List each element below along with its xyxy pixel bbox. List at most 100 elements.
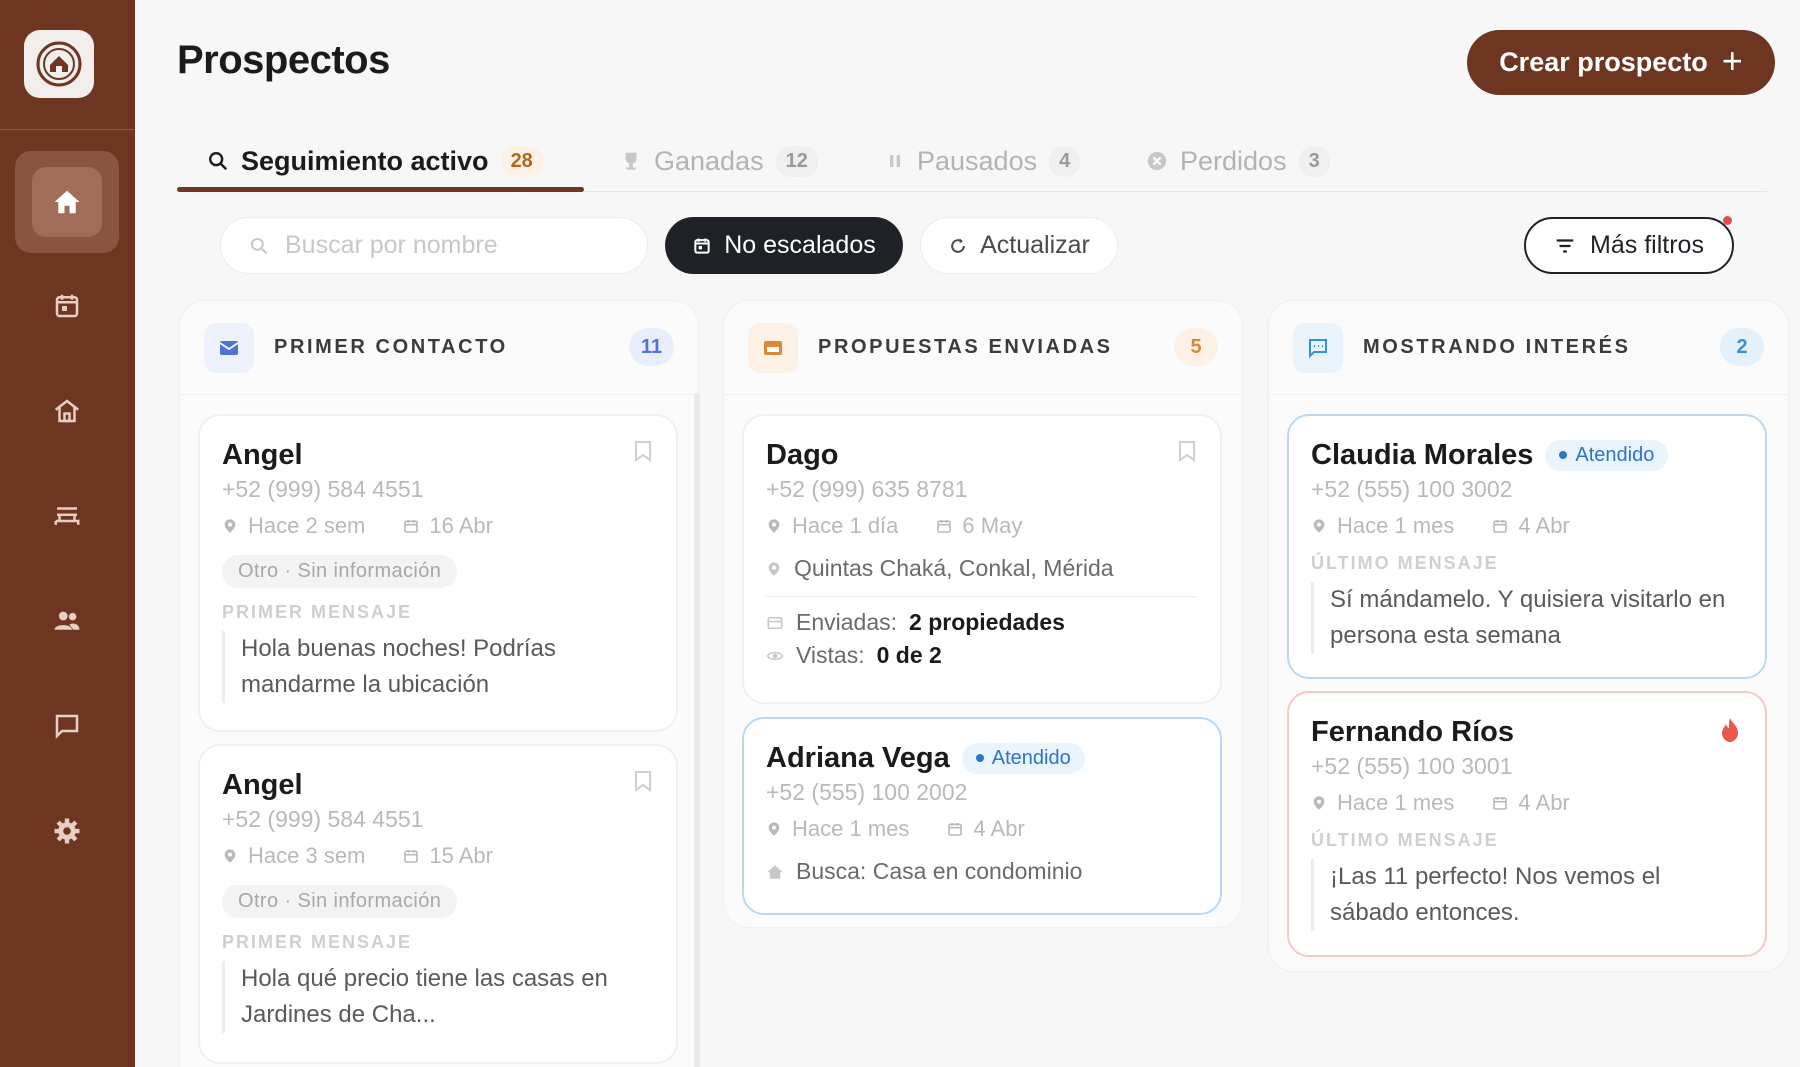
prospect-name: Dago bbox=[766, 438, 839, 471]
prospect-card[interactable]: Angel +52 (999) 584 4551 Hace 2 sem 16 A… bbox=[198, 414, 678, 732]
tab-ganadas[interactable]: Ganadas 12 bbox=[620, 130, 818, 192]
tab-bar: Seguimiento activo 28 Ganadas 12 Pausado… bbox=[177, 130, 1767, 192]
filters-indicator-dot bbox=[1723, 216, 1732, 225]
bookmark-icon[interactable] bbox=[634, 440, 652, 462]
column-primer-contacto: PRIMER CONTACTO 11 Angel +52 (999) 584 4… bbox=[179, 300, 699, 1067]
page-title: Prospectos bbox=[177, 38, 390, 82]
message-text: Hola qué precio tiene las casas en Jardi… bbox=[222, 961, 654, 1033]
column-propuestas-enviadas: PROPUESTAS ENVIADAS 5 Dago +52 (999) 635… bbox=[723, 300, 1243, 928]
prospect-card[interactable]: Claudia Morales Atendido +52 (555) 100 3… bbox=[1287, 414, 1767, 679]
calendar-icon bbox=[937, 520, 952, 533]
more-filters-label: Más filtros bbox=[1590, 231, 1704, 259]
tab-pausados[interactable]: Pausados 4 bbox=[885, 130, 1081, 192]
search-box[interactable] bbox=[220, 217, 648, 274]
app-logo[interactable] bbox=[24, 30, 94, 98]
refresh-icon bbox=[951, 238, 965, 253]
location-pin-icon bbox=[768, 822, 780, 836]
bookmark-icon[interactable] bbox=[634, 770, 652, 792]
proposal-icon bbox=[767, 616, 783, 629]
column-header: PROPUESTAS ENVIADAS 5 bbox=[724, 301, 1242, 395]
sidebar-item-calendar[interactable] bbox=[15, 255, 119, 357]
tab-label: Perdidos bbox=[1180, 145, 1287, 176]
column-count: 5 bbox=[1174, 328, 1218, 366]
sent-label: Enviadas: bbox=[796, 609, 898, 635]
time-ago: Hace 1 mes bbox=[792, 816, 910, 841]
views-label: Vistas: bbox=[796, 642, 865, 668]
sidebar-item-people[interactable] bbox=[15, 570, 119, 672]
column-scrollbar[interactable] bbox=[694, 393, 700, 1067]
search-icon bbox=[250, 237, 268, 254]
source-tag: Otro · Sin información bbox=[222, 555, 458, 588]
date: 6 May bbox=[962, 513, 1023, 538]
prospect-phone: +52 (999) 584 4551 bbox=[222, 806, 424, 832]
tab-seguimiento-activo[interactable]: Seguimiento activo 28 bbox=[207, 130, 543, 192]
tab-count: 28 bbox=[500, 145, 543, 177]
refresh-button[interactable]: Actualizar bbox=[920, 217, 1118, 274]
fire-icon bbox=[1722, 718, 1738, 742]
date: 15 Abr bbox=[429, 843, 493, 868]
message-text: Sí mándamelo. Y quisiera visitarlo en pe… bbox=[1311, 582, 1743, 654]
time-ago: Hace 3 sem bbox=[248, 843, 366, 868]
column-title: MOSTRANDO INTERÉS bbox=[1363, 336, 1631, 358]
search-input[interactable] bbox=[285, 231, 615, 260]
no-escalados-filter-button[interactable]: No escalados bbox=[665, 217, 903, 274]
filter-lines-icon bbox=[1556, 238, 1574, 253]
prospect-name: Adriana Vega bbox=[766, 741, 950, 774]
people-icon bbox=[54, 611, 80, 630]
x-circle-icon bbox=[1147, 151, 1167, 171]
sidebar-divider bbox=[0, 129, 135, 130]
date: 16 Abr bbox=[429, 513, 493, 538]
location-pin-icon bbox=[224, 519, 236, 533]
card-divider bbox=[766, 596, 1198, 597]
plus-icon: + bbox=[1721, 40, 1743, 81]
pause-icon bbox=[890, 155, 900, 167]
prospect-name: Angel bbox=[222, 438, 303, 471]
more-filters-button[interactable]: Más filtros bbox=[1524, 217, 1734, 274]
sidebar-item-units[interactable] bbox=[15, 465, 119, 567]
bookmark-icon[interactable] bbox=[1178, 440, 1196, 462]
location-pin-icon bbox=[768, 519, 780, 533]
prospect-phone: +52 (555) 100 2002 bbox=[766, 779, 968, 805]
time-ago: Hace 1 mes bbox=[1337, 513, 1455, 538]
tab-count: 12 bbox=[775, 145, 818, 177]
active-tab-indicator bbox=[177, 187, 584, 192]
tab-perdidos[interactable]: Perdidos 3 bbox=[1146, 130, 1330, 192]
bed-icon bbox=[54, 507, 80, 525]
chat-icon bbox=[55, 714, 79, 740]
source-tag: Otro · Sin información bbox=[222, 885, 458, 918]
status-badge: Atendido bbox=[1545, 439, 1669, 471]
prospect-name: Fernando Ríos bbox=[1311, 715, 1515, 748]
create-prospect-button[interactable]: Crear prospecto + bbox=[1467, 30, 1775, 95]
sidebar-item-properties[interactable] bbox=[15, 360, 119, 462]
prospect-card[interactable]: Angel +52 (999) 584 4551 Hace 3 sem 15 A… bbox=[198, 744, 678, 1064]
column-icon bbox=[204, 322, 254, 373]
column-count: 2 bbox=[1720, 328, 1764, 366]
sidebar bbox=[0, 0, 135, 1067]
gear-icon bbox=[54, 818, 80, 844]
sidebar-item-messages[interactable] bbox=[15, 675, 119, 777]
property-location: Quintas Chaká, Conkal, Mérida bbox=[794, 555, 1114, 581]
chat-icon bbox=[1309, 338, 1327, 358]
tab-label: Pausados bbox=[917, 145, 1038, 176]
sidebar-item-settings[interactable] bbox=[15, 780, 119, 882]
column-header: MOSTRANDO INTERÉS 2 bbox=[1269, 301, 1788, 395]
prospect-card[interactable]: Dago +52 (999) 635 8781 Hace 1 día 6 May… bbox=[742, 414, 1222, 704]
time-ago: Hace 2 sem bbox=[248, 513, 366, 538]
calendar-icon bbox=[694, 238, 710, 254]
prospect-card[interactable]: Fernando Ríos +52 (555) 100 3001 Hace 1 … bbox=[1287, 691, 1767, 957]
status-badge: Atendido bbox=[961, 742, 1085, 774]
prospect-phone: +52 (999) 635 8781 bbox=[766, 476, 968, 502]
location-pin-icon bbox=[1313, 796, 1325, 810]
prospect-phone: +52 (999) 584 4551 bbox=[222, 476, 424, 502]
create-prospect-label: Crear prospecto bbox=[1499, 47, 1708, 77]
column-title: PRIMER CONTACTO bbox=[274, 336, 508, 358]
proposal-icon bbox=[764, 340, 782, 355]
prospect-phone: +52 (555) 100 3002 bbox=[1311, 476, 1513, 502]
time-ago: Hace 1 mes bbox=[1337, 790, 1455, 815]
search-preference: Busca: Casa en condominio bbox=[796, 858, 1083, 884]
prospect-name: Angel bbox=[222, 768, 303, 801]
date: 4 Abr bbox=[973, 816, 1025, 841]
sidebar-item-home[interactable] bbox=[15, 151, 119, 253]
no-escalados-label: No escalados bbox=[724, 231, 876, 259]
prospect-card[interactable]: Adriana Vega Atendido +52 (555) 100 2002… bbox=[742, 717, 1222, 915]
